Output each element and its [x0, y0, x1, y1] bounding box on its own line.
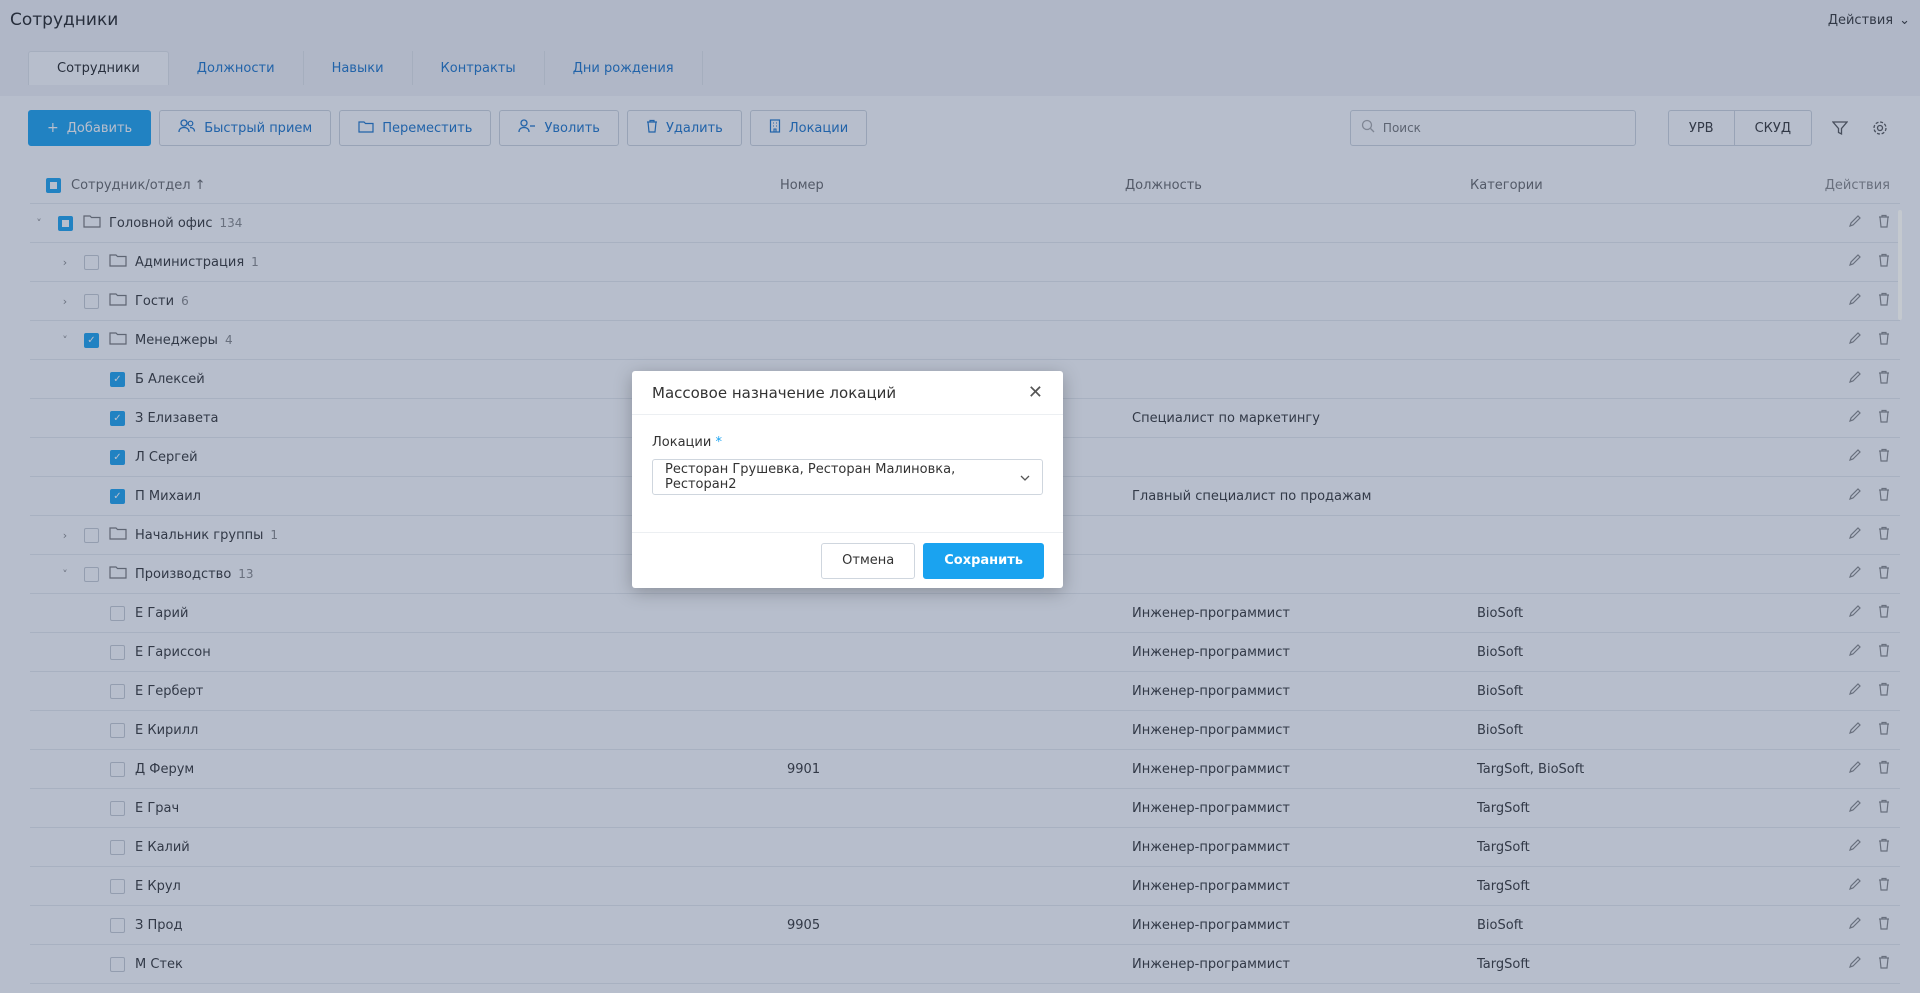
dialog-title: Массовое назначение локаций — [652, 383, 897, 402]
save-button[interactable]: Сохранить — [923, 542, 1044, 579]
locations-label-text: Локации — [652, 435, 712, 450]
cancel-button[interactable]: Отмена — [821, 542, 916, 579]
close-icon[interactable]: ✕ — [1028, 382, 1043, 403]
locations-field-label: Локации * — [652, 435, 1043, 450]
chevron-down-icon — [1020, 470, 1030, 485]
locations-select[interactable]: Ресторан Грушевка, Ресторан Малиновка, Р… — [652, 459, 1043, 495]
mass-location-dialog: Массовое назначение локаций ✕ Локации * … — [632, 371, 1063, 588]
locations-select-value: Ресторан Грушевка, Ресторан Малиновка, Р… — [665, 462, 956, 492]
scrollbar-thumb[interactable] — [1898, 210, 1902, 320]
required-mark: * — [715, 435, 722, 450]
